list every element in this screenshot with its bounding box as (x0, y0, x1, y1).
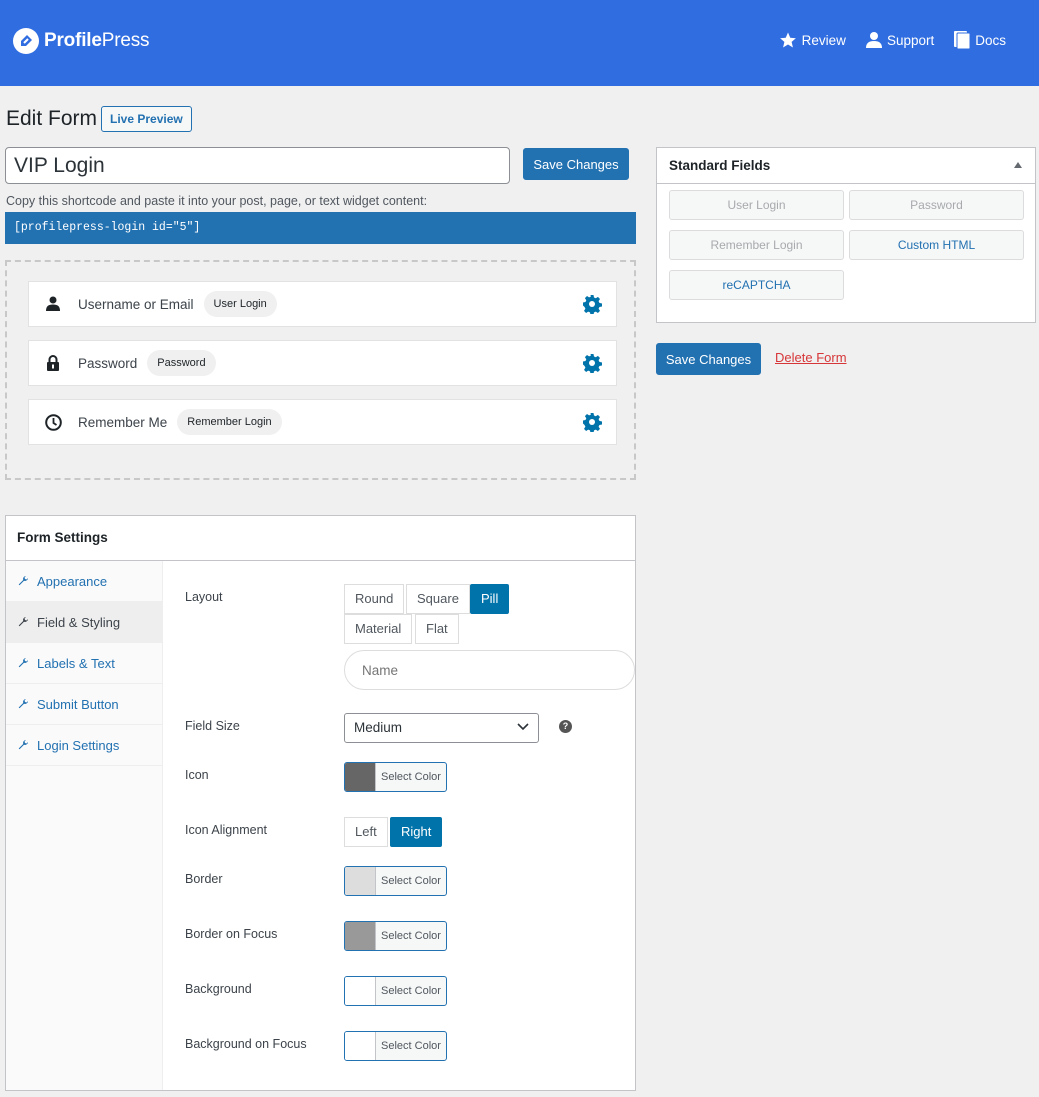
tab-submit-button[interactable]: Submit Button (6, 684, 162, 725)
color-swatch (345, 867, 376, 895)
user-icon (46, 296, 60, 311)
border-focus-color-label: Border on Focus (185, 927, 278, 941)
field-type-tag: User Login (203, 291, 277, 317)
layout-option-pill[interactable]: Pill (470, 584, 510, 614)
tab-appearance[interactable]: Appearance (6, 561, 162, 602)
layout-option-square[interactable]: Square (406, 584, 470, 614)
clock-icon (44, 413, 62, 431)
icon-color-picker[interactable]: Select Color (344, 762, 447, 792)
icon-alignment-label: Icon Alignment (185, 823, 267, 837)
lock-icon (47, 355, 59, 371)
support-link[interactable]: Support (865, 31, 934, 49)
field-label: Password (78, 355, 138, 371)
layout-option-round[interactable]: Round (344, 584, 405, 614)
form-builder-dropzone[interactable]: Username or Email User Login Password Pa… (5, 260, 636, 480)
collapse-arrow-icon[interactable] (1014, 162, 1022, 168)
header-nav: Review Support Docs (779, 31, 1006, 49)
layout-option-material[interactable]: Material (344, 614, 413, 644)
icon-align-right[interactable]: Right (390, 817, 443, 847)
field-label: Username or Email (78, 296, 194, 312)
standard-fields-header[interactable]: Standard Fields (657, 148, 1035, 184)
wrench-icon (18, 699, 28, 709)
icon-align-left[interactable]: Left (344, 817, 388, 847)
form-name-input[interactable] (5, 147, 510, 184)
color-swatch (345, 977, 376, 1005)
field-row-password[interactable]: Password Password (28, 340, 617, 386)
wrench-icon (18, 740, 28, 750)
background-focus-color-label: Background on Focus (185, 1037, 307, 1051)
tab-labels-text[interactable]: Labels & Text (6, 643, 162, 684)
std-field-user-login[interactable]: User Login (669, 190, 844, 220)
wrench-icon (18, 658, 28, 668)
tab-login-settings[interactable]: Login Settings (6, 725, 162, 766)
help-icon[interactable]: ? (559, 720, 572, 733)
layout-option-flat[interactable]: Flat (415, 614, 459, 644)
border-color-picker[interactable]: Select Color (344, 866, 447, 896)
save-changes-button-side[interactable]: Save Changes (656, 343, 761, 375)
live-preview-button[interactable]: Live Preview (101, 106, 192, 132)
color-swatch (345, 1032, 376, 1060)
std-field-remember-login[interactable]: Remember Login (669, 230, 844, 260)
color-swatch (345, 922, 376, 950)
field-size-label: Field Size (185, 719, 240, 733)
top-header: ProfilePress Review Support Docs (0, 0, 1039, 86)
field-size-select[interactable]: Medium (344, 713, 539, 743)
layout-label: Layout (185, 590, 223, 604)
field-row-remember[interactable]: Remember Me Remember Login (28, 399, 617, 445)
form-settings-title: Form Settings (6, 516, 635, 561)
wrench-icon (18, 576, 28, 586)
logo-mark-icon (13, 28, 39, 54)
delete-form-link[interactable]: Delete Form (775, 350, 847, 365)
form-settings-panel: Form Settings Appearance Field & Styling… (5, 515, 636, 1091)
page-title: Edit Form (6, 107, 98, 130)
std-field-recaptcha[interactable]: reCAPTCHA (669, 270, 844, 300)
field-type-tag: Remember Login (177, 409, 282, 435)
background-color-picker[interactable]: Select Color (344, 976, 447, 1006)
field-label: Remember Me (78, 414, 168, 430)
border-focus-color-picker[interactable]: Select Color (344, 921, 447, 951)
brand-name: ProfilePress (44, 30, 150, 51)
gear-icon[interactable] (582, 412, 602, 432)
field-row-username[interactable]: Username or Email User Login (28, 281, 617, 327)
profilepress-logo[interactable]: ProfilePress (13, 28, 150, 54)
background-color-label: Background (185, 982, 252, 996)
settings-tabs: Appearance Field & Styling Labels & Text… (6, 561, 163, 1090)
shortcode-box[interactable]: [profilepress-login id="5"] (5, 212, 636, 244)
gear-icon[interactable] (582, 353, 602, 373)
user-icon (865, 32, 882, 48)
background-focus-color-picker[interactable]: Select Color (344, 1031, 447, 1061)
star-icon (779, 32, 796, 48)
tab-field-styling[interactable]: Field & Styling (6, 602, 162, 643)
chevron-down-icon (517, 723, 529, 731)
shortcode-hint: Copy this shortcode and paste it into yo… (6, 194, 428, 208)
wrench-icon (18, 617, 28, 627)
icon-color-label: Icon (185, 768, 209, 782)
docs-link[interactable]: Docs (954, 31, 1006, 49)
review-link[interactable]: Review (779, 31, 846, 49)
standard-fields-panel: Standard Fields User Login Password Reme… (656, 147, 1036, 323)
std-field-custom-html[interactable]: Custom HTML (849, 230, 1024, 260)
color-swatch (345, 763, 376, 791)
book-icon (954, 31, 971, 49)
std-field-password[interactable]: Password (849, 190, 1024, 220)
field-type-tag: Password (147, 350, 216, 376)
save-changes-button[interactable]: Save Changes (523, 148, 629, 180)
border-color-label: Border (185, 872, 223, 886)
gear-icon[interactable] (582, 294, 602, 314)
layout-preview-input[interactable] (344, 650, 635, 690)
